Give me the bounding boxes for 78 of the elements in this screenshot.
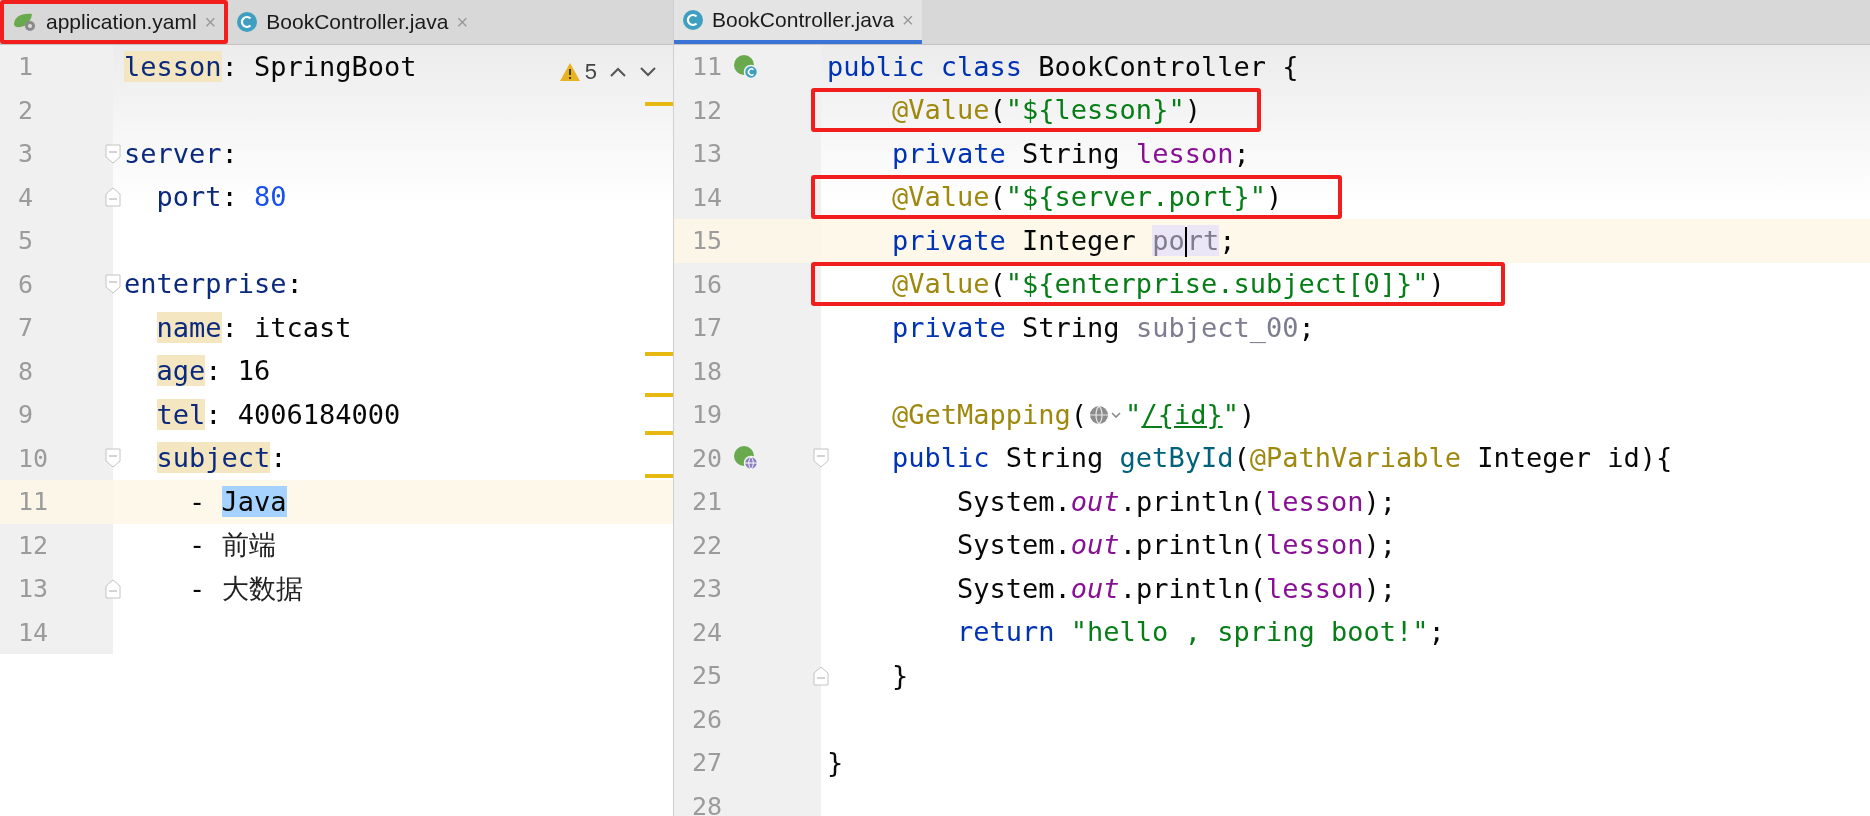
error-stripe-mark[interactable] (645, 431, 673, 435)
line-number: 25 (691, 660, 724, 692)
code-line: } (827, 745, 844, 780)
line-number: 28 (691, 790, 724, 816)
code-line: lesson: SpringBoot (124, 49, 417, 84)
line-number: 19 (691, 399, 724, 431)
code-line: server: (124, 136, 238, 171)
error-stripe-mark[interactable] (645, 474, 673, 478)
leaf-gear-icon (12, 11, 38, 33)
editor-tab[interactable]: BookController.java × (228, 0, 477, 44)
code-line: private String subject_00; (891, 310, 1315, 345)
line-number: 18 (691, 355, 724, 388)
code-text: @GetMapping( (891, 397, 1088, 432)
code-line: System.out.println(lesson); (956, 571, 1396, 606)
bean-globe-icon[interactable] (733, 445, 759, 472)
code-line: private String lesson; (891, 136, 1250, 171)
code-line: age: 16 (155, 354, 271, 388)
error-stripe-mark[interactable] (645, 352, 673, 356)
editor-tab[interactable]: application.yaml × (0, 0, 229, 44)
line-number: 22 (691, 529, 724, 562)
line-number: 14 (17, 616, 50, 649)
line-number: 24 (691, 616, 724, 649)
code-line: name: itcast (155, 310, 352, 345)
line-number: 13 (691, 138, 724, 170)
line-number: 20 (691, 442, 724, 475)
fold-icon[interactable] (105, 448, 121, 469)
line-number: 9 (17, 399, 35, 431)
warning-icon[interactable] (558, 61, 581, 82)
class-icon (682, 9, 704, 31)
chevron-up-icon[interactable] (609, 65, 627, 78)
line-number: 12 (691, 94, 724, 127)
code-line: tel: 4006184000 (155, 397, 401, 432)
error-stripe-mark[interactable] (645, 393, 673, 397)
code-line: - 大数据 (188, 571, 303, 606)
code-line: public class BookController { (827, 49, 1299, 84)
line-number: 12 (17, 529, 50, 562)
line-number: 15 (691, 225, 724, 257)
code-text: "/{id}") (1125, 397, 1256, 432)
line-number: 6 (17, 268, 35, 301)
line-number: 7 (17, 312, 35, 344)
line-number: 3 (17, 138, 35, 170)
line-number: 4 (17, 181, 35, 214)
line-number: 2 (17, 94, 35, 127)
line-number: 14 (691, 181, 724, 214)
line-number: 27 (691, 747, 724, 779)
chevron-down-icon[interactable] (639, 65, 657, 78)
line-number: 1 (17, 51, 35, 83)
unfold-icon[interactable] (813, 665, 829, 686)
line-number: 23 (691, 573, 724, 605)
code-line: System.out.println(lesson); (956, 528, 1396, 562)
editor-tab[interactable]: BookController.java × (674, 0, 922, 44)
line-number: 11 (691, 51, 724, 83)
unfold-icon[interactable] (105, 187, 121, 208)
line-number: 21 (691, 486, 724, 518)
line-number: 8 (17, 355, 35, 388)
code-line: } (891, 658, 909, 693)
line-number: 10 (17, 442, 50, 475)
warning-count: 5 (584, 58, 597, 86)
line-number: 16 (691, 268, 724, 301)
error-stripe-mark[interactable] (645, 102, 673, 106)
code-line: public String getById(@PathVariable Integer id){ (891, 441, 1673, 475)
class-icon (236, 11, 259, 33)
code-line: enterprise: (124, 267, 303, 301)
line-number: 5 (17, 225, 35, 257)
line-number: 26 (691, 703, 724, 736)
line-number: 17 (691, 312, 724, 344)
line-number: 11 (17, 486, 50, 518)
code-line: System.out.println(lesson); (956, 484, 1396, 519)
fold-icon[interactable] (813, 448, 829, 469)
code-line: private Integer po rt; (891, 223, 1236, 259)
code-line: - 前端 (188, 528, 276, 562)
fold-icon[interactable] (105, 143, 121, 164)
bean-class-icon[interactable] (733, 53, 759, 80)
fold-icon[interactable] (105, 274, 121, 295)
line-number: 13 (17, 573, 50, 605)
code-line: port: 80 (155, 180, 287, 214)
code-line: return "hello , spring boot!"; (956, 615, 1445, 649)
unfold-icon[interactable] (105, 578, 121, 599)
